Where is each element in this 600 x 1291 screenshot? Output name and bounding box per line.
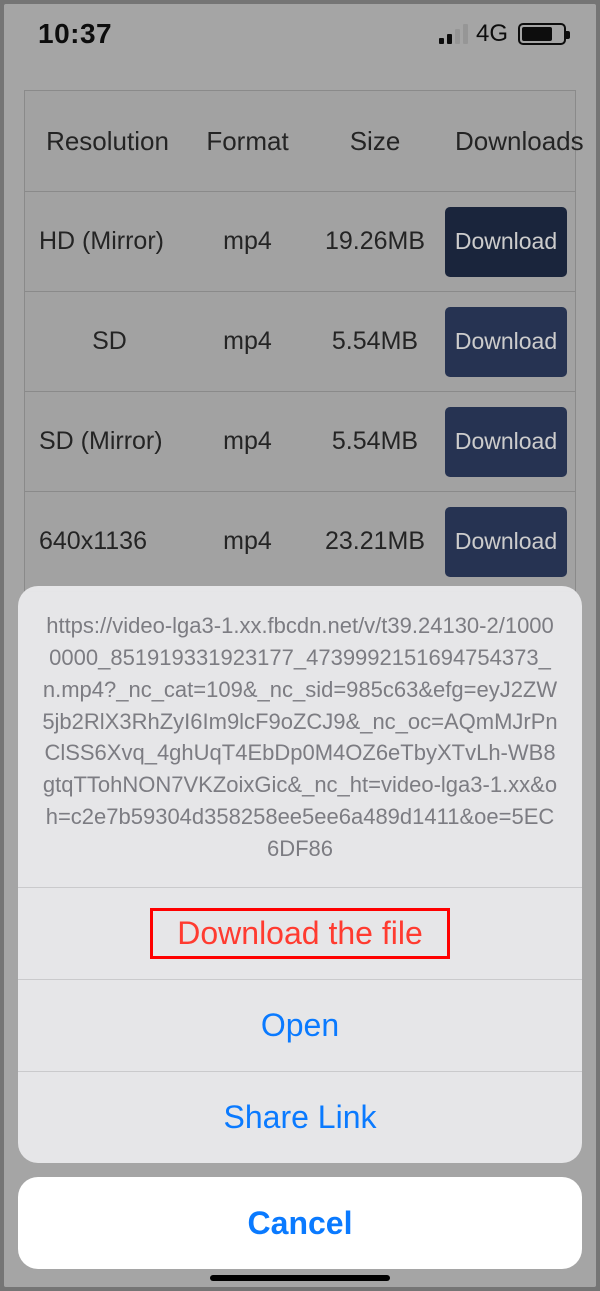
- cell-size: 19.26MB: [305, 227, 445, 256]
- cell-size: 5.54MB: [305, 327, 445, 356]
- download-table: Resolution Format Size Downloads HD (Mir…: [24, 90, 576, 592]
- status-indicators: 4G: [439, 20, 566, 48]
- download-button[interactable]: Download: [445, 407, 567, 477]
- cell-format: mp4: [190, 327, 305, 356]
- table-row: SD mp4 5.54MB Download: [25, 291, 575, 391]
- cell-size: 23.21MB: [305, 527, 445, 556]
- sheet-message: https://video-lga3-1.xx.fbcdn.net/v/t39.…: [18, 586, 582, 887]
- status-time: 10:37: [38, 18, 112, 50]
- action-sheet-panel: https://video-lga3-1.xx.fbcdn.net/v/t39.…: [18, 586, 582, 1163]
- cell-resolution: HD (Mirror): [25, 227, 190, 256]
- table-header-row: Resolution Format Size Downloads: [25, 91, 575, 191]
- cellular-signal-icon: [439, 24, 468, 44]
- col-downloads: Downloads: [445, 126, 594, 157]
- share-link-button[interactable]: Share Link: [18, 1071, 582, 1163]
- highlighted-label: Download the file: [150, 908, 449, 959]
- action-sheet: https://video-lga3-1.xx.fbcdn.net/v/t39.…: [18, 586, 582, 1269]
- table-row: HD (Mirror) mp4 19.26MB Download: [25, 191, 575, 291]
- network-label: 4G: [476, 20, 508, 48]
- download-button[interactable]: Download: [445, 307, 567, 377]
- status-bar: 10:37 4G: [4, 4, 596, 64]
- col-resolution: Resolution: [25, 126, 190, 157]
- cell-format: mp4: [190, 227, 305, 256]
- open-button[interactable]: Open: [18, 979, 582, 1071]
- col-size: Size: [305, 126, 445, 157]
- cell-resolution: SD: [25, 327, 190, 356]
- cell-format: mp4: [190, 527, 305, 556]
- download-button[interactable]: Download: [445, 507, 567, 577]
- device-screen: 10:37 4G Resolution Format Size Download…: [4, 4, 596, 1287]
- cell-size: 5.54MB: [305, 427, 445, 456]
- download-file-button[interactable]: Download the file: [18, 887, 582, 979]
- table-row: 640x1136 mp4 23.21MB Download: [25, 491, 575, 591]
- cancel-button[interactable]: Cancel: [18, 1177, 582, 1269]
- home-indicator[interactable]: [210, 1275, 390, 1281]
- cell-format: mp4: [190, 427, 305, 456]
- battery-icon: [518, 23, 566, 45]
- table-row: SD (Mirror) mp4 5.54MB Download: [25, 391, 575, 491]
- cell-resolution: 640x1136: [25, 527, 190, 556]
- col-format: Format: [190, 126, 305, 157]
- download-button[interactable]: Download: [445, 207, 567, 277]
- cell-resolution: SD (Mirror): [25, 427, 190, 456]
